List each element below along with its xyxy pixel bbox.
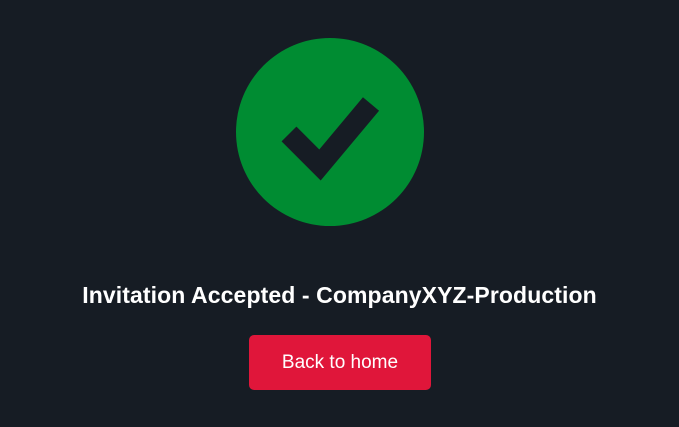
check-circle-icon — [236, 38, 424, 226]
invitation-accepted-page: Invitation Accepted - CompanyXYZ-Product… — [0, 0, 679, 427]
page-title: Invitation Accepted - CompanyXYZ-Product… — [82, 282, 597, 308]
checkmark-icon — [281, 97, 380, 181]
back-to-home-button[interactable]: Back to home — [249, 335, 431, 390]
